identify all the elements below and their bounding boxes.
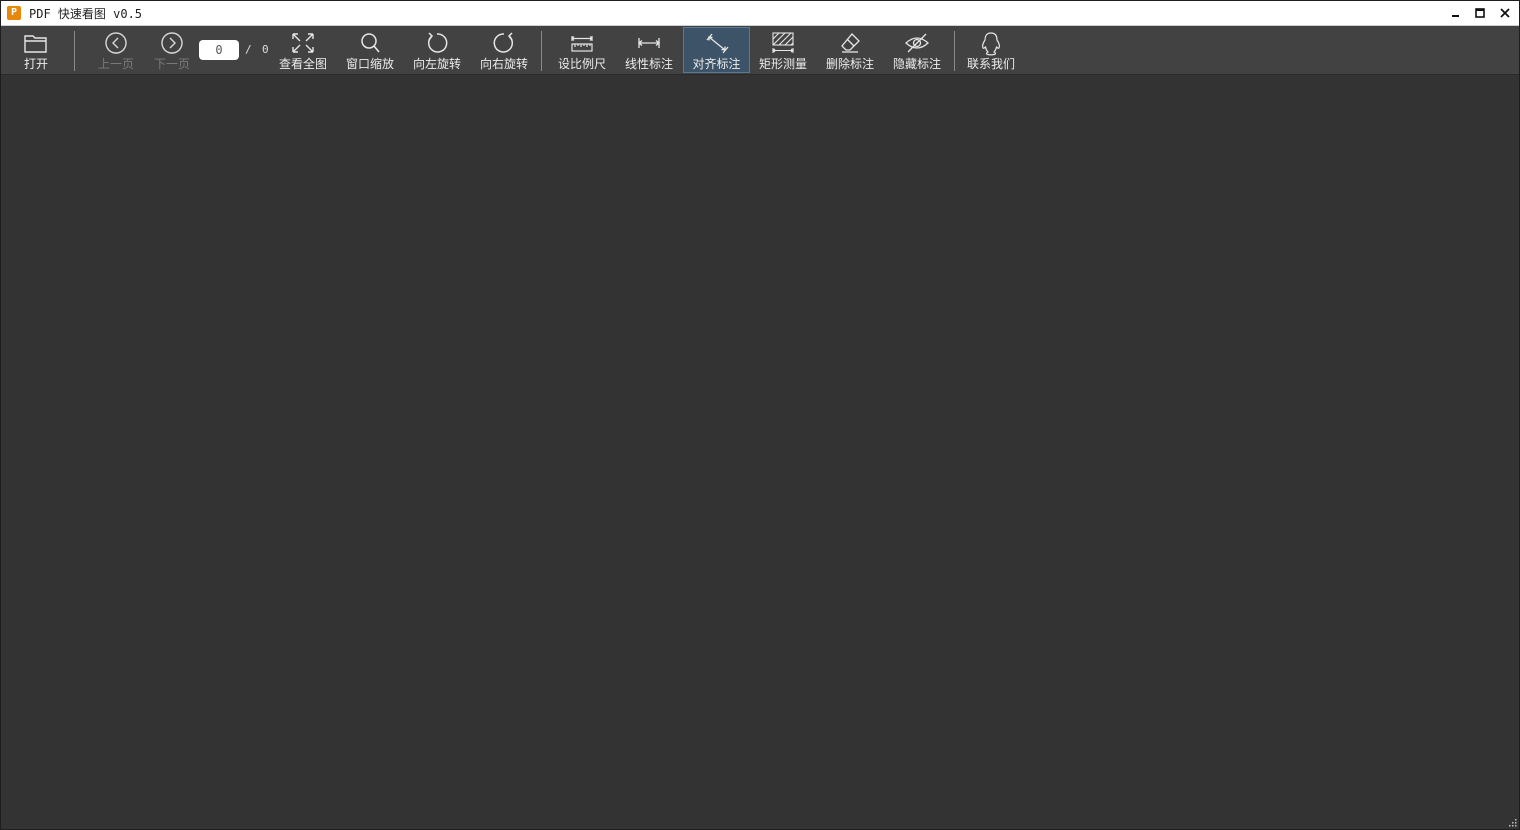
prev-page-label: 上一页 xyxy=(97,57,134,71)
toolbar-separator xyxy=(954,31,955,71)
open-label: 打开 xyxy=(23,57,48,71)
rotate-left-icon xyxy=(427,32,448,53)
window-zoom-label: 窗口缩放 xyxy=(345,57,394,71)
page-separator: / xyxy=(245,43,252,56)
set-scale-button[interactable]: 设比例尺 xyxy=(554,28,610,72)
folder-icon xyxy=(24,35,47,53)
close-button[interactable] xyxy=(1494,3,1516,23)
app-window: P PDF 快速看图 v0.5 打开 上一页 下一页 0 / 0 查看全图 窗口… xyxy=(0,0,1520,830)
rotate-right-label: 向右旋转 xyxy=(479,57,528,71)
contact-us-label: 联系我们 xyxy=(966,57,1015,71)
eye-slash-icon xyxy=(905,33,929,53)
ruler-icon xyxy=(571,36,593,52)
fit-all-button[interactable]: 查看全图 xyxy=(275,28,331,72)
linear-dimension-icon xyxy=(637,38,661,48)
toolbar: 打开 上一页 下一页 / 0 xyxy=(1,26,1519,75)
chevron-right-circle-icon xyxy=(161,32,183,54)
next-page-button[interactable]: 下一页 xyxy=(151,28,193,72)
linear-dimension-button[interactable]: 线性标注 xyxy=(621,28,677,72)
close-icon xyxy=(1500,8,1510,18)
rect-measure-button[interactable]: 矩形测量 xyxy=(755,28,811,72)
minimize-button[interactable] xyxy=(1445,3,1467,23)
aligned-dimension-button[interactable]: 对齐标注 xyxy=(683,27,750,73)
toolbar-separator xyxy=(541,31,542,71)
magnifier-icon xyxy=(361,33,380,53)
rect-measure-label: 矩形测量 xyxy=(758,57,807,71)
toolbar-separator xyxy=(74,31,75,71)
rotate-left-button[interactable]: 向左旋转 xyxy=(409,28,465,72)
set-scale-label: 设比例尺 xyxy=(557,57,606,71)
title-bar: P PDF 快速看图 v0.5 xyxy=(1,1,1519,26)
fit-all-label: 查看全图 xyxy=(278,57,327,71)
aligned-dimension-label: 对齐标注 xyxy=(692,57,741,71)
hide-dimension-label: 隐藏标注 xyxy=(892,57,941,71)
window-title: PDF 快速看图 v0.5 xyxy=(29,7,143,21)
hide-dimension-button[interactable]: 隐藏标注 xyxy=(889,28,945,72)
next-page-label: 下一页 xyxy=(153,57,190,71)
document-canvas[interactable] xyxy=(1,75,1519,829)
hatched-rectangle-icon xyxy=(772,32,794,53)
rotate-right-button[interactable]: 向右旋转 xyxy=(476,28,532,72)
page-total: 0 xyxy=(262,43,269,56)
rotate-left-label: 向左旋转 xyxy=(412,57,461,71)
delete-dimension-button[interactable]: 删除标注 xyxy=(822,28,878,72)
maximize-button[interactable] xyxy=(1469,3,1491,23)
prev-page-button[interactable]: 上一页 xyxy=(95,28,137,72)
rotate-right-icon xyxy=(493,32,514,53)
minimize-icon xyxy=(1452,15,1459,17)
contact-us-button[interactable]: 联系我们 xyxy=(963,28,1019,72)
chevron-left-circle-icon xyxy=(105,32,127,54)
qq-penguin-icon xyxy=(982,32,1000,56)
expand-icon xyxy=(292,33,314,53)
resize-grip-icon[interactable] xyxy=(1507,817,1517,827)
aligned-dimension-icon xyxy=(706,33,728,54)
delete-dimension-label: 删除标注 xyxy=(825,57,874,71)
linear-dimension-label: 线性标注 xyxy=(624,57,673,71)
eraser-icon xyxy=(841,33,860,53)
open-button[interactable]: 打开 xyxy=(15,28,57,72)
window-zoom-button[interactable]: 窗口缩放 xyxy=(342,28,398,72)
page-number-input[interactable] xyxy=(199,40,239,60)
maximize-icon xyxy=(1475,8,1485,18)
app-icon: P xyxy=(7,6,21,20)
